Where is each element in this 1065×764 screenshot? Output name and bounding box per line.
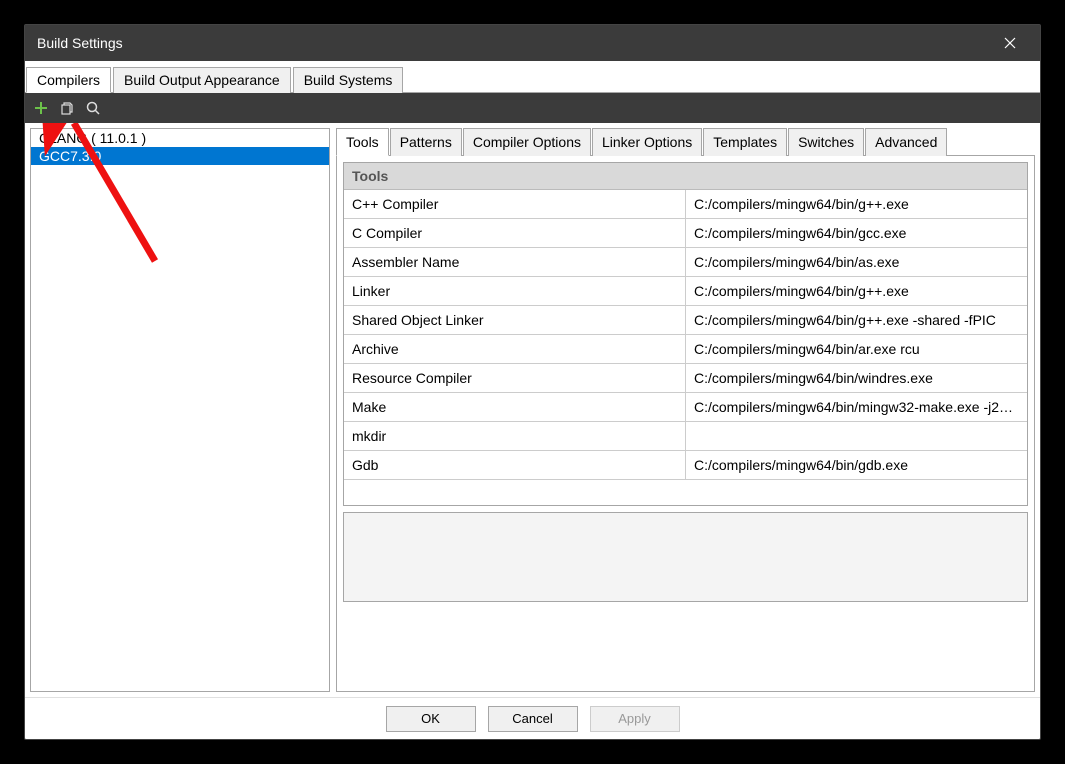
ok-button[interactable]: OK bbox=[386, 706, 476, 732]
tools-table-wrap: Tools C++ CompilerC:/compilers/mingw64/b… bbox=[343, 162, 1028, 506]
tool-row: Shared Object LinkerC:/compilers/mingw64… bbox=[344, 306, 1027, 335]
tool-row: C++ CompilerC:/compilers/mingw64/bin/g++… bbox=[344, 190, 1027, 219]
compiler-item[interactable]: CLANG ( 11.0.1 ) bbox=[31, 129, 329, 147]
close-button[interactable] bbox=[992, 25, 1028, 61]
outer-tab-compilers[interactable]: Compilers bbox=[26, 67, 111, 93]
tool-row: C CompilerC:/compilers/mingw64/bin/gcc.e… bbox=[344, 219, 1027, 248]
tool-value[interactable]: C:/compilers/mingw64/bin/mingw32-make.ex… bbox=[686, 393, 1028, 422]
inner-tab-tools[interactable]: Tools bbox=[336, 128, 389, 156]
tool-row: mkdir bbox=[344, 422, 1027, 451]
tool-key: C++ Compiler bbox=[344, 190, 686, 219]
inner-tab-compiler-options[interactable]: Compiler Options bbox=[463, 128, 591, 156]
tool-row: GdbC:/compilers/mingw64/bin/gdb.exe bbox=[344, 451, 1027, 480]
outer-tab-build-systems[interactable]: Build Systems bbox=[293, 67, 404, 93]
tools-header: Tools bbox=[344, 163, 1027, 190]
tool-key: Shared Object Linker bbox=[344, 306, 686, 335]
outer-tab-build-output-appearance[interactable]: Build Output Appearance bbox=[113, 67, 291, 93]
search-compiler-button[interactable] bbox=[83, 98, 103, 118]
description-box bbox=[343, 512, 1028, 602]
inner-tab-patterns[interactable]: Patterns bbox=[390, 128, 462, 156]
titlebar: Build Settings bbox=[25, 25, 1040, 61]
tool-row: Assembler NameC:/compilers/mingw64/bin/a… bbox=[344, 248, 1027, 277]
copy-icon bbox=[59, 100, 75, 116]
close-icon bbox=[1004, 37, 1016, 49]
plus-icon bbox=[33, 100, 49, 116]
tool-key: Make bbox=[344, 393, 686, 422]
tool-key: Archive bbox=[344, 335, 686, 364]
tool-value[interactable]: C:/compilers/mingw64/bin/ar.exe rcu bbox=[686, 335, 1028, 364]
tool-value[interactable]: C:/compilers/mingw64/bin/windres.exe bbox=[686, 364, 1028, 393]
tool-key: Resource Compiler bbox=[344, 364, 686, 393]
tool-key: C Compiler bbox=[344, 219, 686, 248]
tool-value[interactable]: C:/compilers/mingw64/bin/g++.exe -shared… bbox=[686, 306, 1028, 335]
window-title: Build Settings bbox=[37, 35, 992, 51]
body: CLANG ( 11.0.1 )GCC7.3.0 ToolsPatternsCo… bbox=[25, 123, 1040, 697]
toolbar bbox=[25, 93, 1040, 123]
tool-row: LinkerC:/compilers/mingw64/bin/g++.exe bbox=[344, 277, 1027, 306]
tool-value[interactable]: C:/compilers/mingw64/bin/g++.exe bbox=[686, 190, 1028, 219]
tool-key: Linker bbox=[344, 277, 686, 306]
inner-tab-linker-options[interactable]: Linker Options bbox=[592, 128, 702, 156]
tools-panel: Tools C++ CompilerC:/compilers/mingw64/b… bbox=[336, 156, 1035, 692]
tool-row: Resource CompilerC:/compilers/mingw64/bi… bbox=[344, 364, 1027, 393]
tool-value[interactable] bbox=[686, 422, 1028, 451]
add-compiler-button[interactable] bbox=[31, 98, 51, 118]
apply-button[interactable]: Apply bbox=[590, 706, 680, 732]
tool-value[interactable]: C:/compilers/mingw64/bin/gcc.exe bbox=[686, 219, 1028, 248]
inner-tab-bar: ToolsPatternsCompiler OptionsLinker Opti… bbox=[336, 128, 1035, 156]
table-spacer bbox=[344, 480, 1027, 505]
tool-value[interactable]: C:/compilers/mingw64/bin/as.exe bbox=[686, 248, 1028, 277]
inner-tab-advanced[interactable]: Advanced bbox=[865, 128, 947, 156]
right-pane: ToolsPatternsCompiler OptionsLinker Opti… bbox=[336, 128, 1035, 692]
tool-value[interactable]: C:/compilers/mingw64/bin/gdb.exe bbox=[686, 451, 1028, 480]
inner-tab-templates[interactable]: Templates bbox=[703, 128, 787, 156]
compiler-list[interactable]: CLANG ( 11.0.1 )GCC7.3.0 bbox=[30, 128, 330, 692]
tools-table: Tools C++ CompilerC:/compilers/mingw64/b… bbox=[344, 163, 1027, 505]
compiler-item[interactable]: GCC7.3.0 bbox=[31, 147, 329, 165]
tool-value[interactable]: C:/compilers/mingw64/bin/g++.exe bbox=[686, 277, 1028, 306]
tool-key: Assembler Name bbox=[344, 248, 686, 277]
inner-tab-switches[interactable]: Switches bbox=[788, 128, 864, 156]
tool-row: MakeC:/compilers/mingw64/bin/mingw32-mak… bbox=[344, 393, 1027, 422]
outer-tab-bar: CompilersBuild Output AppearanceBuild Sy… bbox=[25, 67, 1040, 93]
tool-row: ArchiveC:/compilers/mingw64/bin/ar.exe r… bbox=[344, 335, 1027, 364]
tool-key: Gdb bbox=[344, 451, 686, 480]
cancel-button[interactable]: Cancel bbox=[488, 706, 578, 732]
search-icon bbox=[85, 100, 101, 116]
dialog-buttons: OK Cancel Apply bbox=[25, 697, 1040, 739]
tool-key: mkdir bbox=[344, 422, 686, 451]
copy-compiler-button[interactable] bbox=[57, 98, 77, 118]
build-settings-dialog: Build Settings CompilersBuild Output App… bbox=[24, 24, 1041, 740]
